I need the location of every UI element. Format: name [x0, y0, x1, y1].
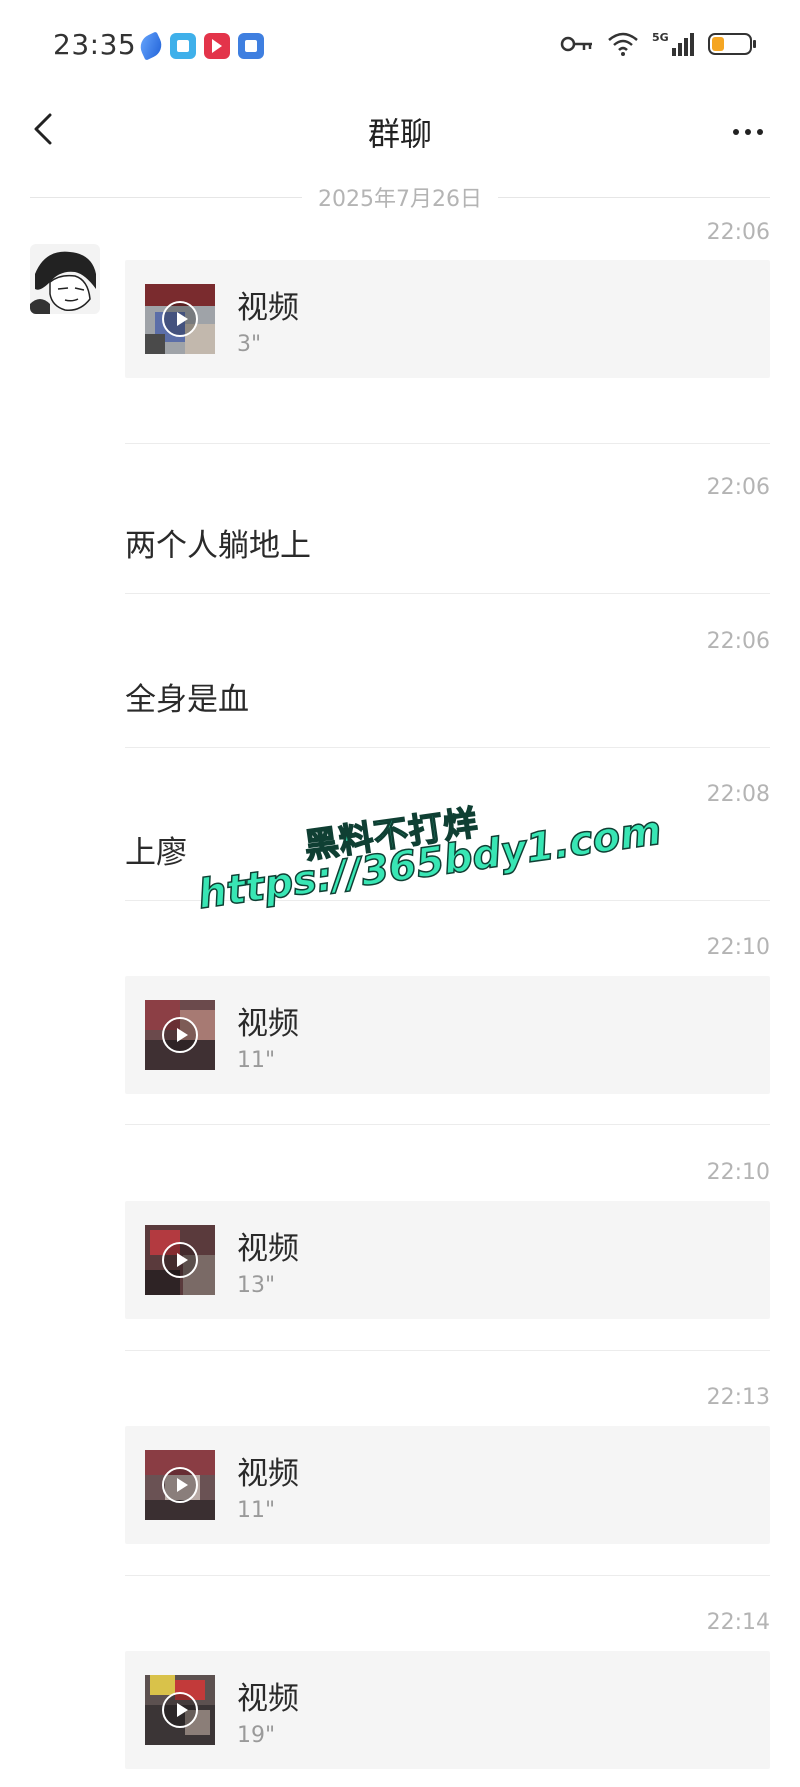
avatar[interactable]: [30, 244, 100, 314]
message-divider: [125, 443, 770, 444]
message-divider: [125, 900, 770, 901]
message-divider: [125, 1124, 770, 1125]
text-message[interactable]: 上廖: [125, 827, 187, 872]
message-divider: [125, 593, 770, 594]
message-timestamp: 22:08: [706, 782, 770, 807]
video-label: 视频: [237, 290, 299, 326]
video-label: 视频: [237, 1231, 299, 1267]
video-message[interactable]: 视频 13": [125, 1201, 770, 1319]
video-thumbnail: [145, 1225, 215, 1295]
message-timestamp: 22:14: [706, 1610, 770, 1635]
network-type-label: 5G: [652, 31, 669, 44]
message-divider: [125, 1575, 770, 1576]
video-message[interactable]: 视频 11": [125, 1426, 770, 1544]
message-timestamp: 22:10: [706, 1160, 770, 1185]
status-indicators: 5G: [560, 30, 756, 58]
signal-icon: 5G: [652, 31, 694, 56]
video-app-icon: [204, 33, 230, 59]
video-thumbnail: [145, 1000, 215, 1070]
text-message[interactable]: 两个人躺地上: [125, 520, 311, 565]
date-text: 2025年7月26日: [318, 187, 482, 212]
status-bar: 23:35 5G: [0, 0, 800, 95]
watermark-title: 黑料不打烊: [301, 802, 481, 867]
video-thumbnail: [145, 284, 215, 354]
date-divider: 2025年7月26日: [30, 182, 771, 212]
video-duration: 19": [237, 1723, 276, 1748]
status-time: 23:35: [53, 28, 137, 61]
play-icon: [162, 301, 198, 337]
battery-fill: [712, 37, 724, 51]
notification-app-icons: [136, 31, 264, 61]
message-timestamp: 22:06: [706, 629, 770, 654]
message-divider: [125, 1350, 770, 1351]
video-label: 视频: [237, 1681, 299, 1717]
message-timestamp: 22:06: [706, 220, 770, 245]
book-app-icon: [170, 33, 196, 59]
divider-line: [498, 196, 771, 198]
message-divider: [125, 747, 770, 748]
vpn-key-icon: [560, 36, 592, 52]
video-message[interactable]: 视频 19": [125, 1651, 770, 1769]
play-icon: [162, 1017, 198, 1053]
video-duration: 13": [237, 1273, 276, 1298]
more-dots-icon[interactable]: [728, 117, 768, 147]
blue-app-icon: [238, 33, 264, 59]
play-icon: [162, 1692, 198, 1728]
video-message[interactable]: 视频 3": [125, 260, 770, 378]
video-message[interactable]: 视频 11": [125, 976, 770, 1094]
watermark-url: https://365bdy1.com: [195, 807, 665, 919]
video-label: 视频: [237, 1006, 299, 1042]
wifi-icon: [608, 32, 638, 56]
video-duration: 3": [237, 332, 262, 357]
video-thumbnail: [145, 1675, 215, 1745]
chat-header: 群聊: [0, 95, 800, 165]
play-icon: [162, 1242, 198, 1278]
text-message[interactable]: 全身是血: [125, 674, 249, 719]
feather-app-icon: [136, 31, 166, 61]
video-label: 视频: [237, 1456, 299, 1492]
video-duration: 11": [237, 1498, 276, 1523]
watermark: 黑料不打烊 https://365bdy1.com: [190, 772, 665, 919]
video-thumbnail: [145, 1450, 215, 1520]
message-timestamp: 22:10: [706, 935, 770, 960]
video-duration: 11": [237, 1048, 276, 1073]
page-title: 群聊: [367, 115, 432, 153]
battery-icon: [708, 33, 756, 55]
message-timestamp: 22:13: [706, 1385, 770, 1410]
divider-line: [30, 196, 303, 198]
message-timestamp: 22:06: [706, 475, 770, 500]
play-icon: [162, 1467, 198, 1503]
